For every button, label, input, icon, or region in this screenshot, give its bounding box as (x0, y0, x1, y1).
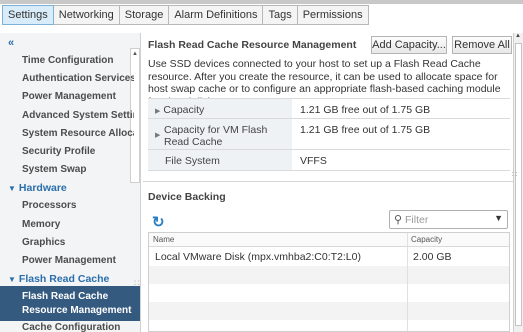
column-separator (407, 233, 408, 331)
info-row-capacity[interactable]: ▶ Capacity 1.21 GB free out of 1.75 GB (148, 99, 510, 119)
device-backing-title: Device Backing (148, 191, 226, 203)
sidebar-item-graphics[interactable]: Graphics (22, 237, 134, 248)
sidebar-item-hw-power-management[interactable]: Power Management (22, 255, 134, 266)
expand-arrow-icon[interactable]: ▶ (155, 108, 160, 115)
tab-alarm-definitions[interactable]: Alarm Definitions (169, 5, 264, 25)
info-value: 1.21 GB free out of 1.75 GB (300, 124, 431, 136)
tab-permissions[interactable]: Permissions (297, 5, 369, 25)
expand-arrow-icon[interactable]: ▶ (155, 130, 160, 142)
scrollbar-thumb[interactable] (515, 43, 522, 326)
expand-triangle-icon: ▼ (8, 184, 16, 193)
sidebar-item-time-configuration[interactable]: Time Configuration (22, 55, 134, 66)
sidebar-item-power-management[interactable]: Power Management (22, 91, 134, 102)
filter-placeholder: Filter (405, 214, 429, 226)
refresh-icon[interactable]: ↻ (152, 213, 165, 231)
window-top-edge (0, 0, 523, 4)
tab-bar: Settings Networking Storage Alarm Defini… (2, 5, 369, 25)
sidebar-item-system-swap[interactable]: System Swap (22, 164, 134, 175)
page-title: Flash Read Cache Resource Management (148, 39, 357, 51)
sidebar-item-flash-read-cache-resource-management[interactable]: Flash Read Cache Resource Management (0, 286, 140, 321)
info-label-text: Capacity (163, 104, 205, 116)
sidebar-item-system-resource-allocation[interactable]: System Resource Allocation (22, 128, 134, 139)
device-name-cell: Local VMware Disk (mpx.vmhba2:C0:T2:L0) (155, 251, 361, 263)
device-capacity-cell: 2.00 GB (413, 251, 452, 263)
sidebar-item-security-profile[interactable]: Security Profile (22, 146, 134, 157)
capacity-info-table: ▶ Capacity 1.21 GB free out of 1.75 GB ▶ C… (148, 98, 510, 171)
sidebar-item-cache-configuration[interactable]: Cache Configuration (22, 322, 134, 332)
tab-settings[interactable]: Settings (2, 5, 54, 25)
info-value: VFFS (300, 155, 327, 167)
sidebar-item-authentication-services[interactable]: Authentication Services (22, 73, 134, 84)
dropdown-arrow-icon[interactable]: ▼ (494, 213, 503, 223)
table-row[interactable]: Local VMware Disk (mpx.vmhba2:C0:T2:L0) … (149, 248, 509, 266)
sidebar-category-label: Flash Read Cache (18, 273, 110, 285)
sidebar-category-flash-read-cache[interactable]: ▼ Flash Read Cache (8, 273, 109, 285)
sidebar-item-processors[interactable]: Processors (22, 200, 134, 211)
info-label: ▶ Capacity (148, 99, 292, 118)
search-icon: ⚲ (394, 214, 403, 226)
remove-all-button[interactable]: Remove All (452, 36, 512, 54)
info-label: File System (148, 150, 292, 170)
tab-networking[interactable]: Networking (53, 5, 120, 25)
grid-header: Name Capacity (149, 233, 509, 247)
empty-row (149, 266, 509, 284)
main-panel: Flash Read Cache Resource Management Add… (143, 33, 513, 332)
info-row-capacity-vm-flash[interactable]: ▶ Capacity for VM Flash Read Cache 1.21 G… (148, 119, 510, 150)
empty-row (149, 302, 509, 320)
device-backing-grid: Name Capacity Local VMware Disk (mpx.vmh… (148, 232, 510, 332)
expand-triangle-icon: ▼ (8, 275, 16, 284)
info-label-text: Capacity for VM Flash Read Cache (164, 124, 268, 148)
tab-tags[interactable]: Tags (263, 5, 298, 25)
sidebar-category-label: Hardware (18, 182, 67, 194)
info-label: ▶ Capacity for VM Flash Read Cache (148, 119, 292, 149)
info-row-file-system: File System VFFS (148, 150, 510, 171)
empty-row (149, 284, 509, 302)
tab-storage[interactable]: Storage (119, 5, 170, 25)
column-header-capacity[interactable]: Capacity (411, 235, 442, 244)
sidebar-item-advanced-system-settings[interactable]: Advanced System Settings (22, 110, 134, 121)
add-capacity-button[interactable]: Add Capacity... (371, 36, 447, 54)
main-scrollbar[interactable]: ▲ (513, 33, 523, 332)
column-header-name[interactable]: Name (153, 235, 174, 244)
scroll-up-icon[interactable]: ▲ (515, 33, 521, 39)
double-chevron-left-icon[interactable]: « (8, 37, 14, 49)
sidebar-category-hardware[interactable]: ▼ Hardware (8, 182, 67, 194)
section-divider (143, 181, 513, 182)
resize-grip-icon[interactable]: ∷ (512, 170, 517, 179)
sidebar-item-memory[interactable]: Memory (22, 219, 134, 230)
info-value: 1.21 GB free out of 1.75 GB (300, 104, 431, 116)
filter-input[interactable]: ⚲ Filter ▼ (389, 210, 508, 229)
settings-sidebar: « ▲ Time Configuration Authentication Se… (0, 33, 141, 332)
